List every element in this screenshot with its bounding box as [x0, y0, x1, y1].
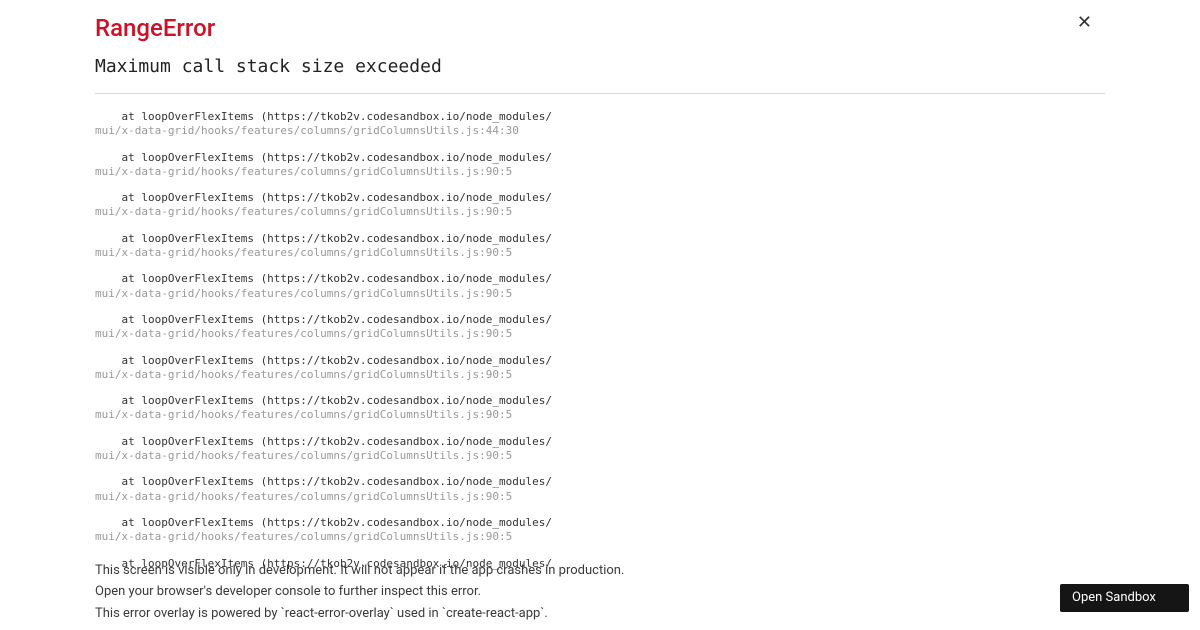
stack-call: at loopOverFlexItems (https://tkob2v.cod…: [95, 272, 1105, 286]
stack-trace: at loopOverFlexItems (https://tkob2v.cod…: [95, 110, 1105, 571]
stack-frame: at loopOverFlexItems (https://tkob2v.cod…: [95, 272, 1105, 301]
stack-call: at loopOverFlexItems (https://tkob2v.cod…: [95, 435, 1105, 449]
stack-call: at loopOverFlexItems (https://tkob2v.cod…: [95, 516, 1105, 530]
stack-frame: at loopOverFlexItems (https://tkob2v.cod…: [95, 151, 1105, 180]
stack-frame: at loopOverFlexItems (https://tkob2v.cod…: [95, 435, 1105, 464]
footer-line: This error overlay is powered by `react-…: [95, 604, 1105, 624]
stack-source: mui/x-data-grid/hooks/features/columns/g…: [95, 165, 1105, 179]
close-button[interactable]: ✕: [1077, 14, 1092, 32]
footer-notes: This screen is visible only in developme…: [95, 561, 1105, 626]
stack-frame: at loopOverFlexItems (https://tkob2v.cod…: [95, 516, 1105, 545]
stack-source: mui/x-data-grid/hooks/features/columns/g…: [95, 124, 1105, 138]
stack-call: at loopOverFlexItems (https://tkob2v.cod…: [95, 191, 1105, 205]
stack-source: mui/x-data-grid/hooks/features/columns/g…: [95, 530, 1105, 544]
stack-call: at loopOverFlexItems (https://tkob2v.cod…: [95, 232, 1105, 246]
error-title: RangeError: [95, 14, 1105, 42]
stack-call: at loopOverFlexItems (https://tkob2v.cod…: [95, 394, 1105, 408]
stack-source: mui/x-data-grid/hooks/features/columns/g…: [95, 408, 1105, 422]
stack-source: mui/x-data-grid/hooks/features/columns/g…: [95, 449, 1105, 463]
stack-call: at loopOverFlexItems (https://tkob2v.cod…: [95, 151, 1105, 165]
open-sandbox-button[interactable]: Open Sandbox: [1060, 584, 1189, 612]
stack-call: at loopOverFlexItems (https://tkob2v.cod…: [95, 313, 1105, 327]
footer-line: This screen is visible only in developme…: [95, 561, 1105, 581]
stack-frame: at loopOverFlexItems (https://tkob2v.cod…: [95, 232, 1105, 261]
error-overlay: ✕ RangeError Maximum call stack size exc…: [0, 0, 1200, 630]
stack-frame: at loopOverFlexItems (https://tkob2v.cod…: [95, 394, 1105, 423]
stack-source: mui/x-data-grid/hooks/features/columns/g…: [95, 205, 1105, 219]
stack-frame: at loopOverFlexItems (https://tkob2v.cod…: [95, 191, 1105, 220]
stack-source: mui/x-data-grid/hooks/features/columns/g…: [95, 287, 1105, 301]
stack-source: mui/x-data-grid/hooks/features/columns/g…: [95, 327, 1105, 341]
close-icon: ✕: [1077, 12, 1092, 33]
stack-call: at loopOverFlexItems (https://tkob2v.cod…: [95, 110, 1105, 124]
stack-frame: at loopOverFlexItems (https://tkob2v.cod…: [95, 110, 1105, 139]
divider: [95, 93, 1105, 94]
stack-source: mui/x-data-grid/hooks/features/columns/g…: [95, 246, 1105, 260]
stack-call: at loopOverFlexItems (https://tkob2v.cod…: [95, 475, 1105, 489]
stack-frame: at loopOverFlexItems (https://tkob2v.cod…: [95, 313, 1105, 342]
stack-call: at loopOverFlexItems (https://tkob2v.cod…: [95, 354, 1105, 368]
stack-source: mui/x-data-grid/hooks/features/columns/g…: [95, 490, 1105, 504]
error-message: Maximum call stack size exceeded: [95, 56, 1105, 77]
footer-line: Open your browser's developer console to…: [95, 582, 1105, 602]
stack-frame: at loopOverFlexItems (https://tkob2v.cod…: [95, 354, 1105, 383]
stack-source: mui/x-data-grid/hooks/features/columns/g…: [95, 368, 1105, 382]
stack-frame: at loopOverFlexItems (https://tkob2v.cod…: [95, 475, 1105, 504]
